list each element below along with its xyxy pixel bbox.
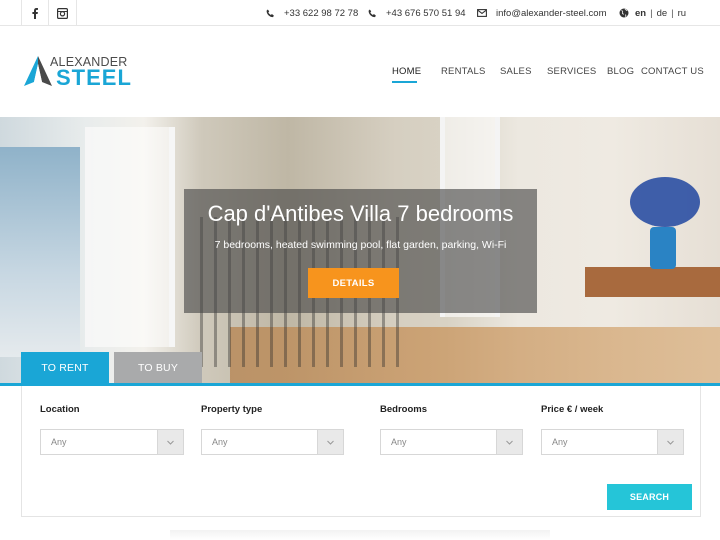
tab-to-buy[interactable]: TO BUY (114, 352, 202, 383)
lang-separator: | (671, 7, 674, 19)
search-button[interactable]: SEARCH (607, 484, 692, 510)
lang-separator: | (650, 7, 653, 19)
section-shadow (170, 530, 550, 540)
hero-table (585, 267, 720, 297)
logo-text-bottom: STEEL (56, 65, 132, 90)
bedrooms-value: Any (391, 437, 407, 447)
nav-contact[interactable]: CONTACT US (641, 66, 704, 77)
phone-icon (368, 8, 376, 17)
facebook-link[interactable] (21, 0, 49, 26)
hero-window (85, 127, 175, 347)
location-value: Any (51, 437, 67, 447)
property-type-value: Any (212, 437, 228, 447)
email-text: info@alexander-steel.com (496, 7, 607, 19)
price-value: Any (552, 437, 568, 447)
bedrooms-select[interactable]: Any (380, 429, 523, 455)
chevron-down-icon (496, 430, 522, 454)
language-switcher: en | de | ru (619, 0, 686, 26)
logo[interactable]: ALEXANDER STEEL (24, 54, 136, 90)
bedrooms-label: Bedrooms (380, 404, 427, 415)
top-bar: +33 622 98 72 78 +43 676 570 51 94 info@… (0, 0, 720, 26)
location-label: Location (40, 404, 80, 415)
property-type-label: Property type (201, 404, 263, 415)
hero-subtitle: 7 bedrooms, heated swimming pool, flat g… (214, 239, 507, 251)
hero-title: Cap d'Antibes Villa 7 bedrooms (207, 201, 514, 226)
facebook-icon (32, 7, 38, 19)
property-type-select[interactable]: Any (201, 429, 344, 455)
nav-services[interactable]: SERVICES (547, 66, 596, 77)
details-button[interactable]: DETAILS (308, 268, 399, 298)
envelope-icon (477, 9, 487, 17)
lang-en[interactable]: en (635, 8, 646, 19)
price-select[interactable]: Any (541, 429, 684, 455)
phone-1-text: +33 622 98 72 78 (284, 7, 359, 19)
hero-caption-box: Cap d'Antibes Villa 7 bedrooms 7 bedroom… (184, 189, 537, 313)
chevron-down-icon (317, 430, 343, 454)
nav-active-indicator (392, 81, 417, 83)
phone-icon (266, 8, 274, 17)
hero-flowers (630, 177, 700, 227)
location-select[interactable]: Any (40, 429, 184, 455)
hero-banner: Cap d'Antibes Villa 7 bedrooms 7 bedroom… (0, 117, 720, 383)
nav-home[interactable]: HOME (392, 66, 421, 77)
hero-vase (650, 227, 676, 269)
tab-to-rent[interactable]: TO RENT (21, 352, 109, 383)
site-header: ALEXANDER STEEL HOME RENTALS SALES SERVI… (0, 26, 720, 117)
chevron-down-icon (157, 430, 183, 454)
lang-de[interactable]: de (657, 8, 668, 19)
phone-1[interactable]: +33 622 98 72 78 (266, 0, 358, 26)
nav-rentals[interactable]: RENTALS (441, 66, 486, 77)
phone-2[interactable]: +43 676 570 51 94 (368, 0, 466, 26)
globe-icon (619, 8, 629, 18)
search-panel: Location Any Property type Any Bedrooms … (21, 386, 701, 517)
price-label: Price € / week (541, 404, 604, 415)
lang-ru[interactable]: ru (678, 8, 686, 19)
logo-mark-icon (24, 56, 52, 86)
chevron-down-icon (657, 430, 683, 454)
email-link[interactable]: info@alexander-steel.com (477, 0, 607, 26)
nav-sales[interactable]: SALES (500, 66, 532, 77)
hero-sea-view (0, 147, 80, 357)
phone-2-text: +43 676 570 51 94 (386, 7, 466, 19)
nav-blog[interactable]: BLOG (607, 66, 634, 77)
instagram-icon (57, 7, 68, 19)
instagram-link[interactable] (49, 0, 77, 26)
